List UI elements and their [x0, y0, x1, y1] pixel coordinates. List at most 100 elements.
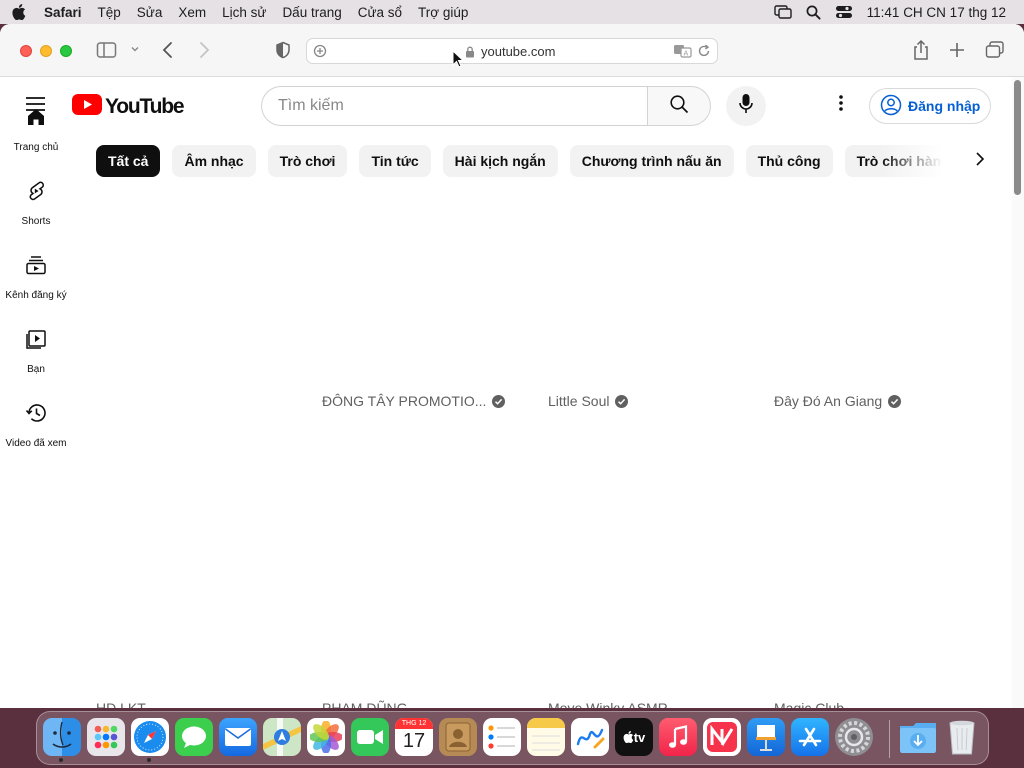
finder-icon[interactable]: [43, 718, 81, 756]
sidebar-toggle-icon[interactable]: [96, 41, 118, 59]
channel-name-text[interactable]: Đây Đó An Giang: [774, 393, 882, 409]
maps-icon[interactable]: [263, 718, 301, 756]
new-tab-icon[interactable]: [948, 41, 966, 59]
page-scrollbar-thumb[interactable]: [1014, 80, 1021, 195]
menu-window[interactable]: Cửa sổ: [350, 5, 410, 20]
site-settings-icon[interactable]: [313, 44, 327, 58]
menu-edit[interactable]: Sửa: [129, 5, 171, 20]
chip-gaming[interactable]: Trò chơi: [267, 145, 348, 177]
library-icon: [25, 328, 47, 355]
spotlight-search-icon[interactable]: [806, 5, 821, 20]
sidebar-item-shorts[interactable]: Shorts: [0, 172, 72, 246]
chip-crafts[interactable]: Thủ công: [745, 145, 833, 177]
chip-cooking-shows[interactable]: Chương trình nấu ăn: [569, 145, 734, 177]
sidebar-item-subscriptions[interactable]: Kênh đăng ký: [0, 246, 72, 320]
finder-running-indicator: [59, 758, 63, 762]
search-button[interactable]: [647, 86, 711, 126]
microphone-icon: [739, 93, 753, 120]
search-input[interactable]: [278, 87, 638, 125]
back-button-icon[interactable]: [160, 41, 176, 59]
control-center-icon[interactable]: [835, 5, 853, 19]
youtube-logo-text: YouTube: [105, 95, 185, 118]
menu-bookmarks[interactable]: Dấu trang: [274, 5, 349, 20]
safari-icon[interactable]: [131, 718, 169, 756]
menu-history[interactable]: Lịch sử: [214, 5, 274, 20]
downloads-folder-icon[interactable]: [899, 718, 937, 756]
sidebar-item-home[interactable]: Trang chủ: [0, 98, 72, 172]
verified-badge-icon: [615, 394, 629, 408]
address-bar-url[interactable]: youtube.com: [481, 44, 555, 59]
menu-clock[interactable]: 11:41 CH CN 17 thg 12: [867, 5, 1006, 20]
system-settings-icon[interactable]: [835, 718, 873, 756]
reload-icon[interactable]: [697, 44, 711, 58]
translate-icon[interactable]: A: [673, 43, 693, 59]
chip-music[interactable]: Âm nhạc: [172, 145, 256, 177]
sidebar-item-label: Video đã xem: [5, 438, 67, 449]
mail-icon[interactable]: [219, 718, 257, 756]
chip-all[interactable]: Tất cả: [96, 145, 161, 177]
youtube-play-logo-icon: [72, 94, 102, 120]
safari-toolbar: youtube.com A: [0, 24, 1024, 77]
video-channel-name[interactable]: Little Soul: [548, 393, 629, 409]
app-store-icon[interactable]: [791, 718, 829, 756]
zoom-window-button[interactable]: [60, 45, 72, 57]
video-channel-name[interactable]: ĐÔNG TÂY PROMOTIO...: [322, 393, 506, 409]
launchpad-icon[interactable]: [87, 718, 125, 756]
minimize-window-button[interactable]: [40, 45, 52, 57]
chip-news[interactable]: Tin tức: [359, 145, 431, 177]
chips-fade-overlay: [880, 145, 950, 177]
forward-button-icon[interactable]: [196, 41, 212, 59]
next-row-channel[interactable]: Move Winky ASMR: [548, 700, 668, 708]
reminders-icon[interactable]: [483, 718, 521, 756]
sidebar-item-label: Shorts: [21, 216, 51, 227]
news-icon[interactable]: [703, 718, 741, 756]
sign-in-button[interactable]: Đăng nhập: [869, 88, 991, 124]
menu-app-name[interactable]: Safari: [38, 5, 90, 20]
video-channel-name[interactable]: Đây Đó An Giang: [774, 393, 902, 409]
tab-group-chevron-icon[interactable]: [130, 44, 140, 54]
shorts-icon: [25, 180, 47, 207]
calendar-day: 17: [402, 730, 426, 752]
channel-name-text[interactable]: ĐÔNG TÂY PROMOTIO...: [322, 393, 486, 409]
voice-search-button[interactable]: [726, 86, 766, 126]
messages-icon[interactable]: [175, 718, 213, 756]
freeform-icon[interactable]: [571, 718, 609, 756]
screen-mirroring-icon[interactable]: [773, 5, 792, 19]
close-window-button[interactable]: [20, 45, 32, 57]
chips-next-button[interactable]: [963, 144, 997, 178]
search-icon: [669, 94, 689, 119]
account-circle-icon: [880, 94, 902, 119]
youtube-logo[interactable]: YouTube: [72, 94, 185, 120]
contacts-icon[interactable]: [439, 718, 477, 756]
calendar-icon[interactable]: THG 12 17: [395, 718, 433, 756]
notes-icon[interactable]: [527, 718, 565, 756]
next-row-channel[interactable]: PHẠM DŨNG: [322, 700, 408, 708]
menu-view[interactable]: Xem: [170, 5, 214, 20]
address-bar[interactable]: youtube.com A: [306, 38, 718, 64]
chip-sketch-comedy[interactable]: Hài kịch ngắn: [442, 145, 558, 177]
apple-tv-icon[interactable]: tv: [615, 718, 653, 756]
apple-menu-icon[interactable]: [0, 4, 38, 20]
menu-help[interactable]: Trợ giúp: [410, 5, 476, 20]
music-icon[interactable]: [659, 718, 697, 756]
subscriptions-icon: [25, 254, 47, 281]
channel-name-text[interactable]: Little Soul: [548, 393, 609, 409]
next-row-channel[interactable]: Magic Club: [774, 700, 844, 708]
share-icon[interactable]: [911, 39, 931, 61]
search-box[interactable]: [261, 86, 649, 126]
sidebar-item-label: Kênh đăng ký: [5, 290, 67, 301]
next-row-channel[interactable]: HD LKT: [96, 700, 146, 708]
calendar-month: THG 12: [395, 718, 433, 729]
menu-file[interactable]: Tệp: [90, 5, 129, 20]
sidebar-item-history[interactable]: Video đã xem: [0, 394, 72, 468]
safari-running-indicator: [147, 758, 151, 762]
privacy-shield-icon[interactable]: [274, 41, 292, 59]
tab-overview-icon[interactable]: [985, 41, 1005, 59]
trash-icon[interactable]: [943, 718, 981, 756]
settings-more-button[interactable]: [826, 90, 856, 120]
sidebar-item-you[interactable]: Bạn: [0, 320, 72, 394]
keynote-icon[interactable]: [747, 718, 785, 756]
photos-icon[interactable]: [307, 718, 345, 756]
facetime-icon[interactable]: [351, 718, 389, 756]
more-vertical-icon: [838, 94, 844, 117]
